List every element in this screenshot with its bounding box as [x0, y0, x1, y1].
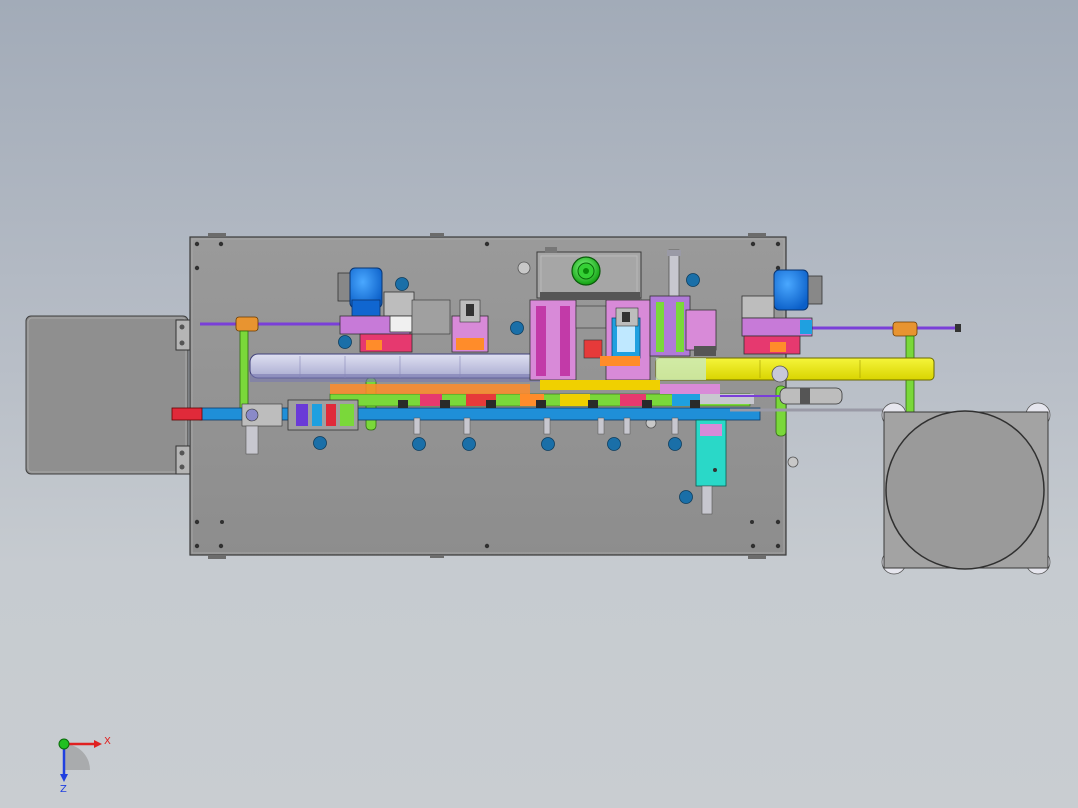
conveyor-belt-right[interactable] — [655, 357, 935, 383]
rotary-table[interactable] — [881, 402, 1051, 575]
conveyor-belt-left[interactable] — [249, 353, 547, 382]
upper-housing[interactable] — [536, 247, 642, 299]
z-axis-label: Z — [60, 784, 67, 794]
model-viewport[interactable]: X Z — [0, 0, 1078, 808]
x-axis-label: X — [104, 736, 111, 747]
left-control-box[interactable] — [25, 315, 189, 475]
cad-assembly-view[interactable] — [0, 0, 1078, 808]
coordinate-triad: X Z — [58, 736, 111, 794]
vertical-shaft-right — [667, 249, 681, 301]
